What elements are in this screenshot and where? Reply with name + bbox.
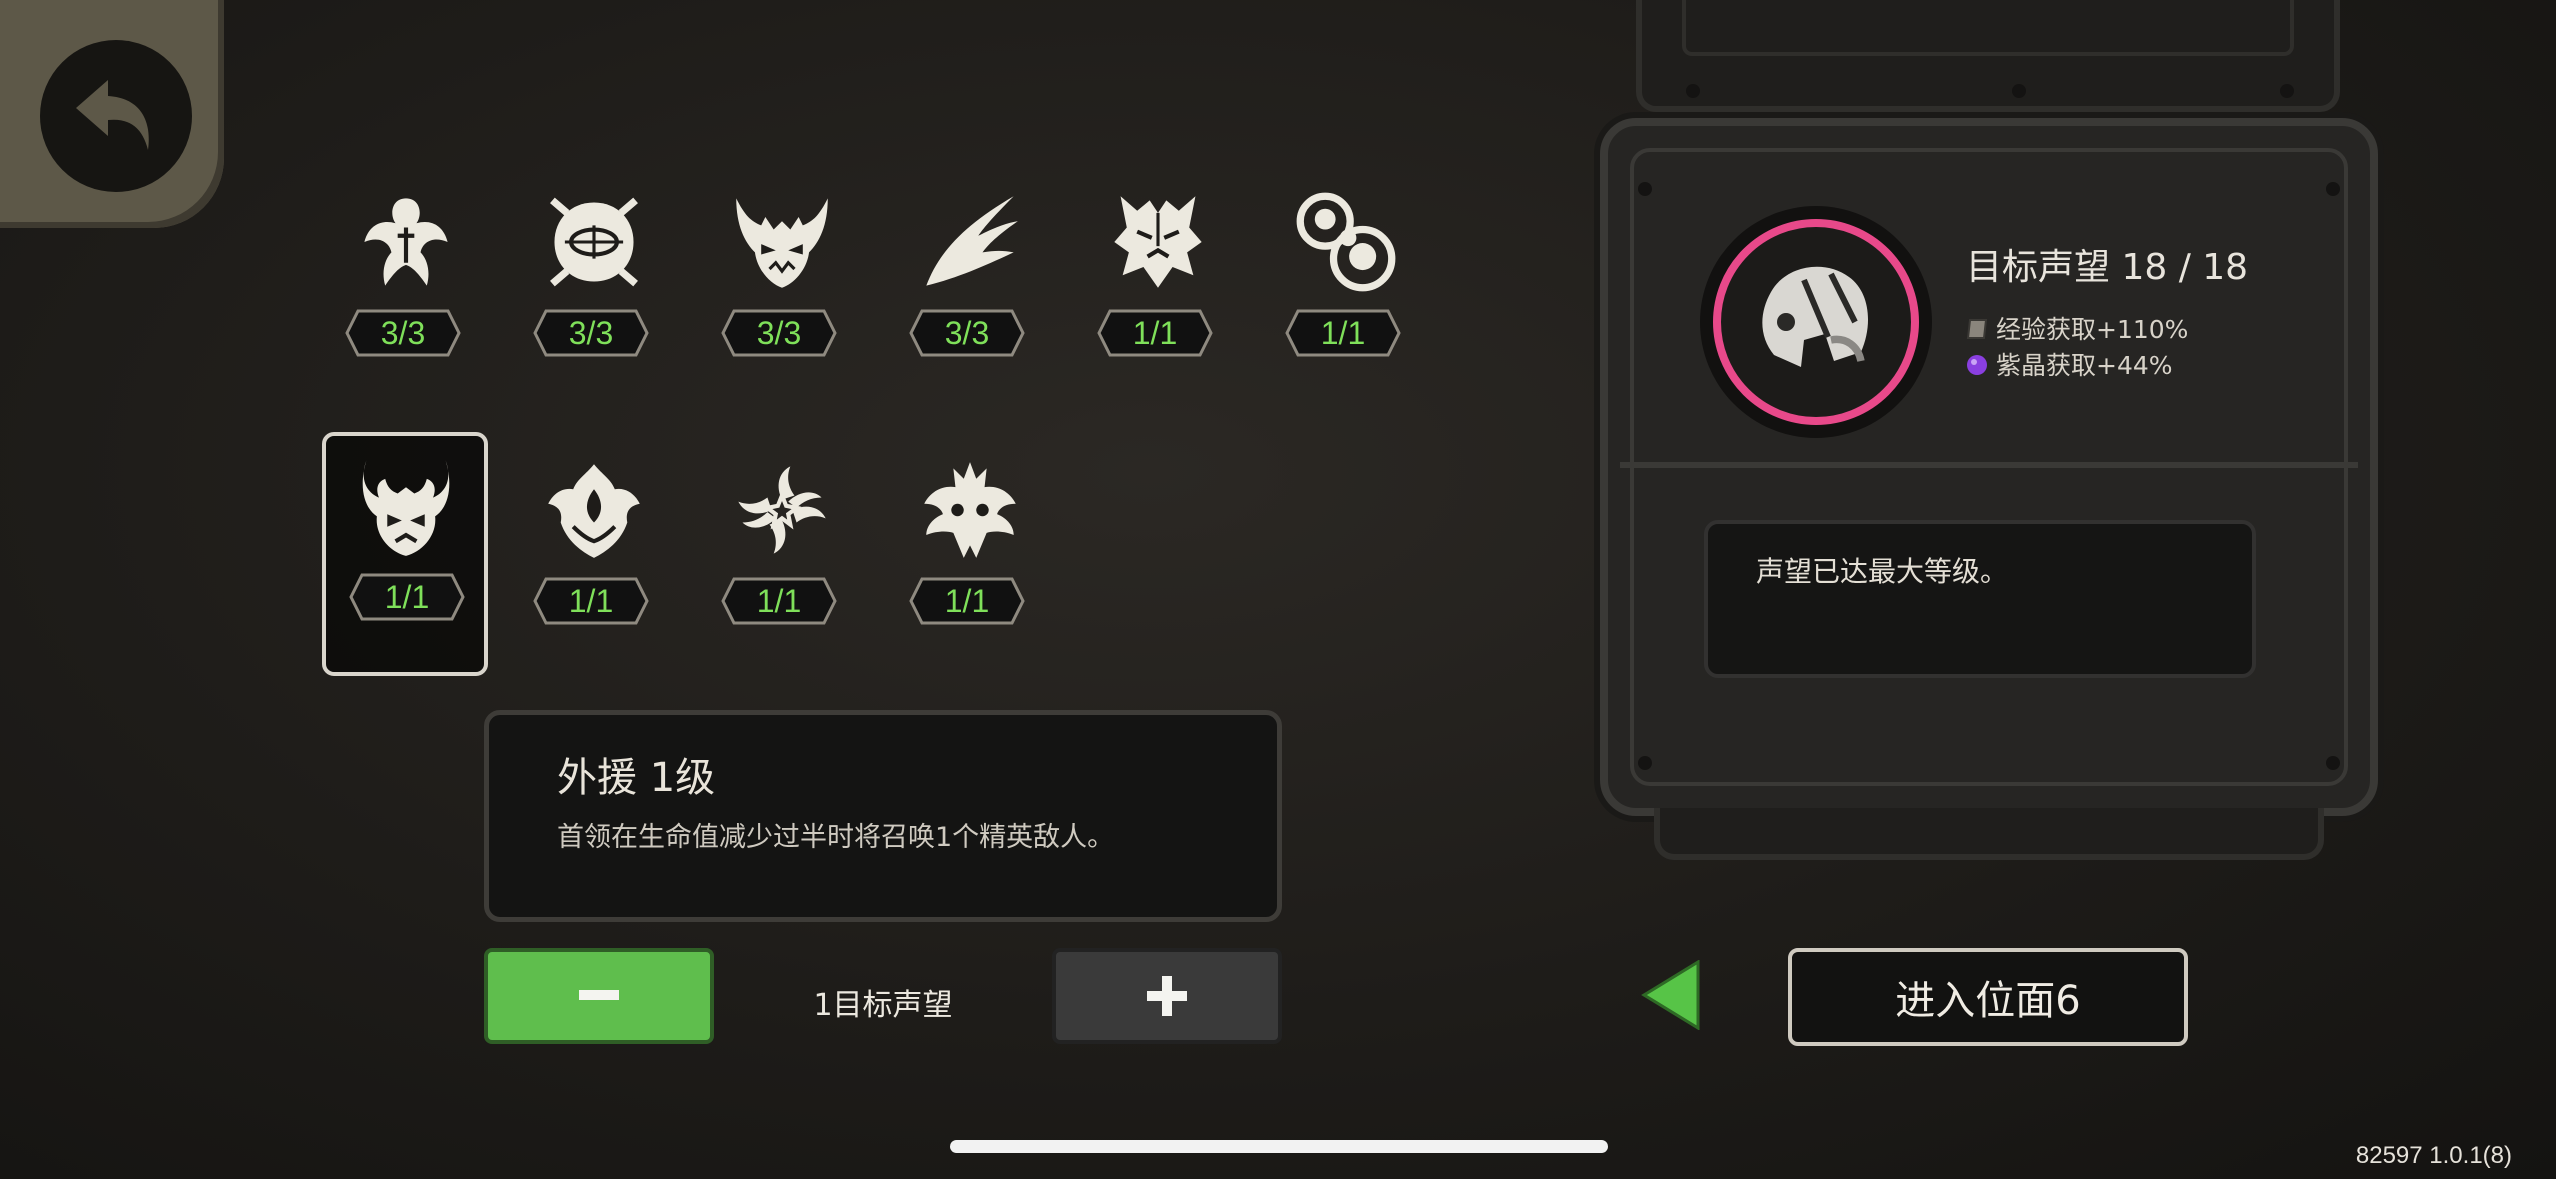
modifier-count-badge: 1/1 <box>532 576 650 626</box>
increase-button[interactable] <box>1052 948 1282 1044</box>
spiked-star-icon <box>924 462 1016 558</box>
modifier-item-2[interactable]: 3/3 <box>514 170 674 410</box>
modifier-count-badge: 3/3 <box>908 308 1026 358</box>
modifier-item-3[interactable]: 3/3 <box>702 170 862 410</box>
plus-icon <box>1147 976 1187 1016</box>
swirl-star-icon <box>738 466 826 554</box>
modifier-item-5[interactable]: 1/1 <box>1078 170 1238 410</box>
modifier-count-badge: 3/3 <box>720 308 838 358</box>
horned-demon-icon <box>362 460 450 556</box>
reputation-cost-label: 1目标声望 <box>813 988 953 1023</box>
hand-claw-icon <box>364 198 448 286</box>
modifier-count-badge: 1/1 <box>720 576 838 626</box>
previous-plane-button[interactable] <box>1640 959 1702 1034</box>
enter-plane-button[interactable]: 进入位面6 <box>1788 948 2188 1046</box>
crystal-bonus: 紫晶获取+44% <box>1966 346 2173 382</box>
modifier-item-1[interactable]: 3/3 <box>326 170 486 410</box>
helmet-icon <box>1762 266 1869 367</box>
reputation-level: 目标声望 18 / 18 <box>1966 247 2249 288</box>
bubbles-icon <box>1296 192 1396 292</box>
flame-crest-icon <box>548 464 640 558</box>
back-arrow-icon <box>40 40 192 192</box>
modifier-detail-box: 外援 1级 首领在生命值减少过半时将召唤1个精英敌人。 <box>484 710 1282 922</box>
modifier-item-9[interactable]: 1/1 <box>702 438 862 678</box>
minus-icon <box>579 990 619 1000</box>
totem-face-icon <box>1114 196 1202 288</box>
modifier-count-badge: 1/1 <box>348 572 466 622</box>
modifier-count-badge: 1/1 <box>1284 308 1402 358</box>
reputation-avatar <box>1700 206 1932 438</box>
book-icon <box>1966 317 1988 346</box>
purple-crystal-icon <box>1966 353 1988 382</box>
modifier-item-10[interactable]: 1/1 <box>890 438 1050 678</box>
panel-top-frame <box>1636 0 2340 112</box>
triangle-left-icon <box>1641 959 1700 1031</box>
modifier-count-badge: 1/1 <box>1096 308 1214 358</box>
modifier-count-badge: 3/3 <box>344 308 462 358</box>
modifier-count-badge: 1/1 <box>908 576 1026 626</box>
modifier-item-6[interactable]: 1/1 <box>1266 170 1426 410</box>
demon-mask-icon <box>736 198 828 288</box>
version-label: 82597 1.0.1(8) <box>2355 1142 2512 1169</box>
panel-divider <box>1620 462 2358 468</box>
home-indicator[interactable] <box>950 1140 1608 1153</box>
comet-icon <box>926 196 1018 286</box>
modifier-item-8[interactable]: 1/1 <box>514 438 674 678</box>
exp-bonus: 经验获取+110% <box>1966 310 2188 346</box>
sealed-orb-icon <box>550 197 638 287</box>
back-button[interactable] <box>0 0 224 228</box>
modifier-item-4[interactable]: 3/3 <box>890 170 1050 410</box>
decrease-button[interactable] <box>484 948 714 1044</box>
reputation-message-box: 声望已达最大等级。 <box>1704 520 2256 678</box>
panel-bottom-frame <box>1654 808 2324 860</box>
modifier-title: 外援 1级 <box>557 755 716 801</box>
modifier-description: 首领在生命值减少过半时将召唤1个精英敌人。 <box>557 822 1115 853</box>
modifier-count-badge: 3/3 <box>532 308 650 358</box>
reputation-message: 声望已达最大等级。 <box>1756 555 2009 588</box>
modifier-item-7-selected[interactable]: 1/1 <box>322 432 488 676</box>
